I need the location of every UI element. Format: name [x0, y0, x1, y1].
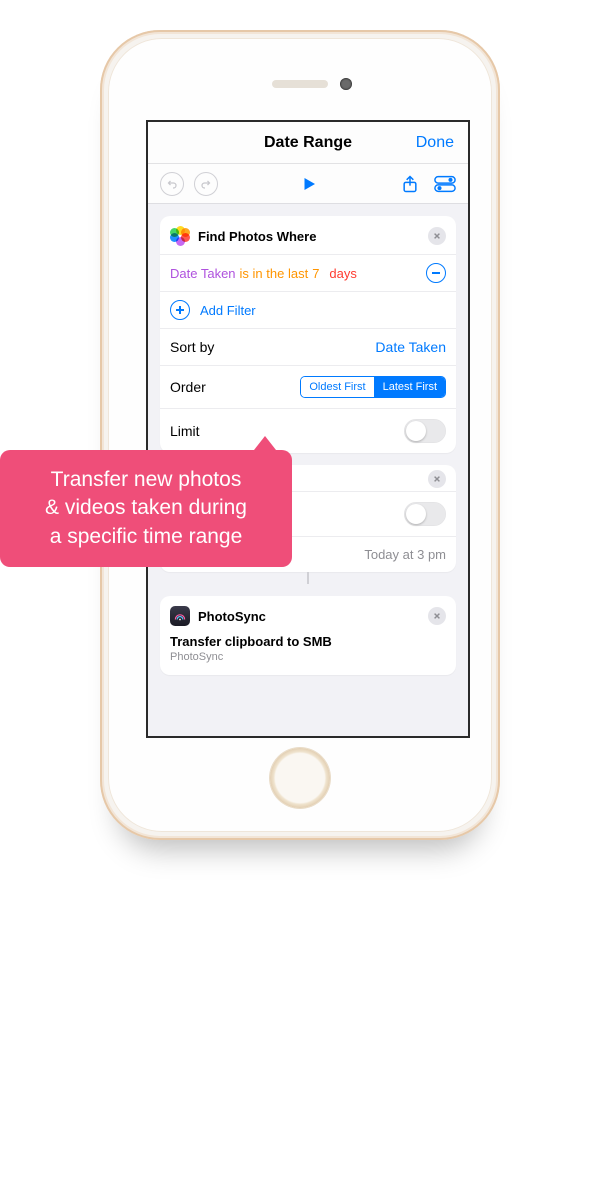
filter-value: 7: [312, 266, 319, 281]
order-oldest-first[interactable]: Oldest First: [301, 377, 374, 397]
card-header: PhotoSync: [160, 596, 456, 634]
callout-line: Transfer new photos: [18, 466, 274, 494]
settings-toggle-button[interactable]: [434, 174, 456, 194]
card-body: Transfer clipboard to SMB PhotoSync: [160, 634, 456, 675]
filter-unit: days: [329, 266, 356, 281]
photosync-card: PhotoSync Transfer clipboard to SMB Phot…: [160, 596, 456, 675]
add-filter-row[interactable]: Add Filter: [160, 291, 456, 328]
action-subtitle: PhotoSync: [170, 651, 446, 663]
phone-speaker: [272, 80, 328, 88]
card-header: Find Photos Where: [160, 216, 456, 254]
order-label: Order: [170, 379, 206, 395]
screen: Date Range Done: [146, 120, 470, 738]
sort-by-label: Sort by: [170, 339, 214, 355]
photos-app-icon: [170, 226, 190, 246]
order-row: Order Oldest First Latest First: [160, 365, 456, 408]
callout-line: a specific time range: [18, 523, 274, 551]
limit-toggle[interactable]: [404, 419, 446, 443]
sort-by-row[interactable]: Sort by Date Taken: [160, 328, 456, 365]
photosync-app-icon: [170, 606, 190, 626]
card-close-button[interactable]: [428, 470, 446, 488]
card-close-button[interactable]: [428, 607, 446, 625]
phone-inner: Date Range Done: [108, 38, 492, 832]
remove-filter-button[interactable]: [426, 263, 446, 283]
filter-row[interactable]: Date Taken is in the last 7 days: [160, 254, 456, 291]
card-connector: [307, 572, 309, 584]
filter-predicate: is in the last: [240, 266, 309, 281]
annotation-callout: Transfer new photos & videos taken durin…: [0, 450, 292, 567]
toolbar: [148, 164, 468, 204]
add-filter-label: Add Filter: [200, 303, 256, 318]
find-photos-card: Find Photos Where Date Taken is in the l…: [160, 216, 456, 453]
time-value: Today at 3 pm: [364, 547, 446, 562]
phone-frame: Date Range Done: [100, 30, 500, 840]
limit-row: Limit: [160, 408, 456, 453]
order-latest-first[interactable]: Latest First: [375, 377, 445, 397]
datetime-toggle[interactable]: [404, 502, 446, 526]
redo-button[interactable]: [194, 172, 218, 196]
nav-bar: Date Range Done: [148, 122, 468, 164]
card-close-button[interactable]: [428, 227, 446, 245]
play-button[interactable]: [300, 175, 318, 193]
card-title: PhotoSync: [198, 609, 266, 624]
action-title: Transfer clipboard to SMB: [170, 634, 446, 649]
limit-label: Limit: [170, 423, 200, 439]
plus-icon: [170, 300, 190, 320]
card-title: Find Photos Where: [198, 229, 316, 244]
callout-line: & videos taken during: [18, 494, 274, 522]
order-segmented-control[interactable]: Oldest First Latest First: [300, 376, 446, 398]
share-button[interactable]: [400, 174, 420, 194]
undo-button[interactable]: [160, 172, 184, 196]
phone-camera: [340, 78, 352, 90]
done-button[interactable]: Done: [416, 134, 454, 152]
filter-field: Date Taken: [170, 266, 236, 281]
page-title: Date Range: [264, 134, 352, 152]
sort-by-value: Date Taken: [375, 339, 446, 355]
home-button[interactable]: [270, 748, 330, 808]
